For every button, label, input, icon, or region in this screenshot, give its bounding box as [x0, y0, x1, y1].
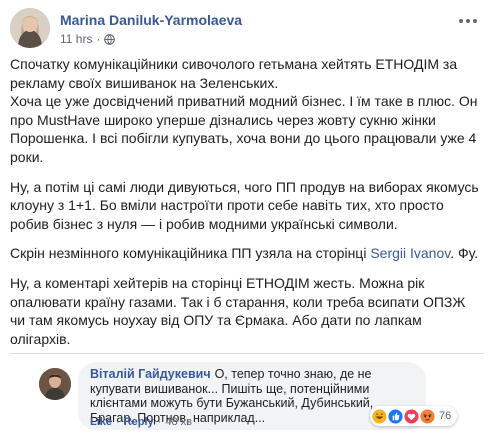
more-dot-icon: [459, 19, 463, 23]
love-icon: [404, 408, 419, 424]
text-fragment: . Фу.: [450, 245, 479, 262]
post-paragraph: Ну, а коментарі хейтерів на сторінці ЕТН…: [10, 274, 466, 347]
author-avatar[interactable]: [10, 8, 50, 48]
comment-reply-link[interactable]: Reply: [124, 416, 154, 428]
more-dot-icon: [473, 19, 477, 23]
post-time[interactable]: 11 hrs: [60, 32, 92, 46]
haha-icon: [372, 408, 387, 424]
reaction-count: 76: [439, 410, 452, 422]
comment-like-link[interactable]: Like: [90, 416, 112, 428]
separator-dot: ·: [116, 416, 120, 428]
separator-dot: ·: [157, 416, 162, 428]
post-body: Спочатку комунікаційники сивочолого геть…: [10, 55, 484, 359]
post-paragraph-screenshot-source: Скрін незмінного комунікаційника ПП узял…: [10, 244, 484, 263]
more-dot-icon: [466, 19, 470, 23]
commenter-avatar: [39, 368, 71, 400]
post-meta: 11 hrs ·: [60, 32, 116, 46]
globe-icon: [104, 33, 116, 45]
comment-actions: Like · Reply · 48 хв: [90, 416, 192, 428]
commenter-name[interactable]: Віталій Гайдукевич: [90, 367, 211, 381]
facebook-post: Marina Daniluk-Yarmolaeva 11 hrs · Споча…: [0, 0, 494, 439]
comment-time[interactable]: 48 хв: [165, 416, 192, 428]
post-paragraph: Ну, а потім ці самі люди дивуються, чого…: [10, 178, 479, 232]
profile-link[interactable]: Sergii Ivanov: [370, 245, 450, 261]
more-options-button[interactable]: [456, 14, 480, 28]
like-icon: [388, 408, 403, 424]
author-name[interactable]: Marina Daniluk-Yarmolaeva: [60, 12, 242, 28]
comment-reactions[interactable]: 76: [370, 406, 458, 426]
separator-dot: ·: [96, 32, 101, 46]
angry-icon: [420, 408, 435, 424]
post-header: Marina Daniluk-Yarmolaeva 11 hrs ·: [10, 8, 480, 50]
comment-screenshot: Віталій Гайдукевич О, тепер точно знаю, д…: [10, 353, 484, 439]
text-fragment: Скрін незмінного комунікаційника ПП узял…: [10, 245, 371, 262]
post-paragraph: Спочатку комунікаційники сивочолого геть…: [10, 56, 478, 165]
